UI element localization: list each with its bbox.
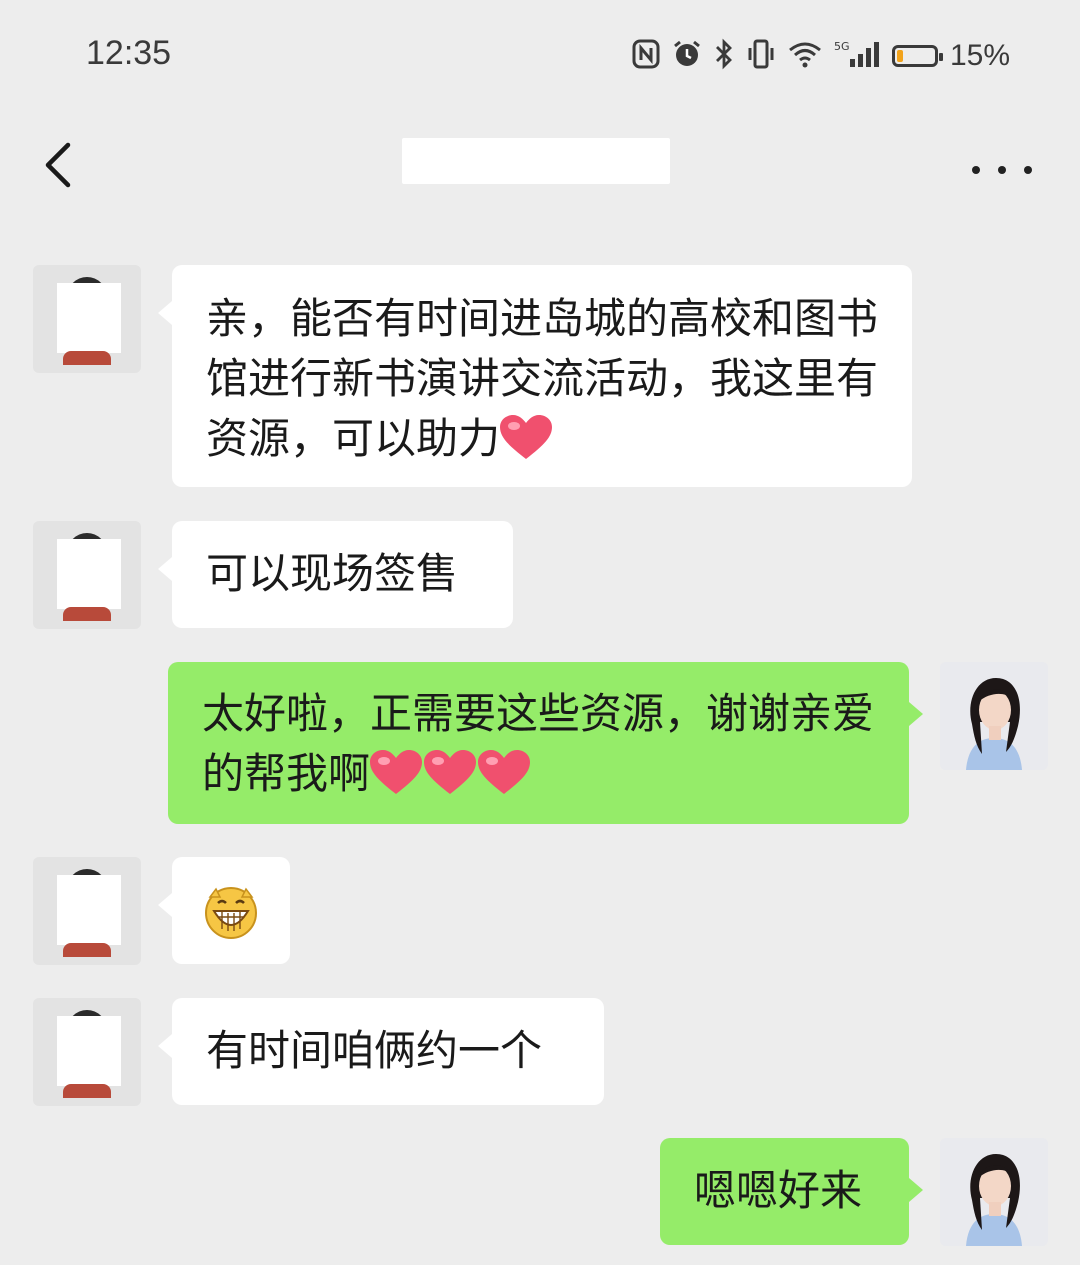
message-bubble-received[interactable]: 亲，能否有时间进岛城的高校和图书馆进行新书演讲交流活动，我这里有资源，可以助力 (158, 265, 912, 487)
message-bubble-received[interactable]: 可以现场签售 (158, 521, 513, 628)
contact-avatar[interactable] (33, 265, 141, 373)
contact-avatar[interactable] (33, 998, 141, 1106)
chevron-left-icon (45, 142, 71, 188)
signal-5g-icon: 5G (834, 39, 880, 74)
more-dot-icon (1024, 166, 1032, 174)
my-avatar[interactable] (940, 662, 1048, 770)
message-bubble-sent[interactable]: 嗯嗯好来 (660, 1138, 923, 1245)
wifi-icon (788, 40, 822, 73)
back-button[interactable] (38, 132, 88, 202)
battery-level (896, 50, 903, 62)
heart-emoji-icon (478, 750, 531, 794)
my-avatar[interactable] (940, 1138, 1048, 1246)
more-dot-icon (998, 166, 1006, 174)
message-text: 嗯嗯好来 (694, 1166, 863, 1215)
battery-percent: 15% (949, 39, 1010, 72)
heart-emoji-icon (370, 750, 423, 794)
grin-emoji-icon (205, 887, 257, 939)
message-text: 太好啦，正需要这些资源，谢谢亲爱的帮我啊 (202, 689, 875, 798)
network-type: 5G (834, 40, 850, 53)
nfc-icon (632, 39, 660, 74)
chat-title-redacted (402, 138, 670, 184)
profile-photo-icon (940, 662, 1048, 770)
more-options-button[interactable] (972, 150, 1032, 190)
heart-emoji-icon (424, 750, 477, 794)
heart-emoji-icon (500, 415, 553, 459)
alarm-icon (672, 39, 702, 74)
message-text: 有时间咱俩约一个 (206, 1026, 543, 1075)
battery-icon (891, 45, 943, 67)
contact-avatar[interactable] (33, 521, 141, 629)
bluetooth-icon (714, 38, 734, 75)
message-text: 可以现场签售 (206, 549, 459, 598)
message-bubble-received[interactable]: 有时间咱俩约一个 (158, 998, 604, 1105)
more-dot-icon (972, 166, 980, 174)
profile-photo-icon (940, 1138, 1048, 1246)
contact-avatar[interactable] (33, 857, 141, 965)
clock: 12:35 (86, 34, 172, 72)
message-bubble-received[interactable] (158, 857, 290, 964)
vibrate-icon (746, 38, 776, 75)
status-bar: 12:35 5G 15% (0, 0, 1080, 110)
status-icons: 5G 15% (632, 32, 1010, 80)
message-bubble-sent[interactable]: 太好啦，正需要这些资源，谢谢亲爱的帮我啊 (168, 662, 923, 824)
